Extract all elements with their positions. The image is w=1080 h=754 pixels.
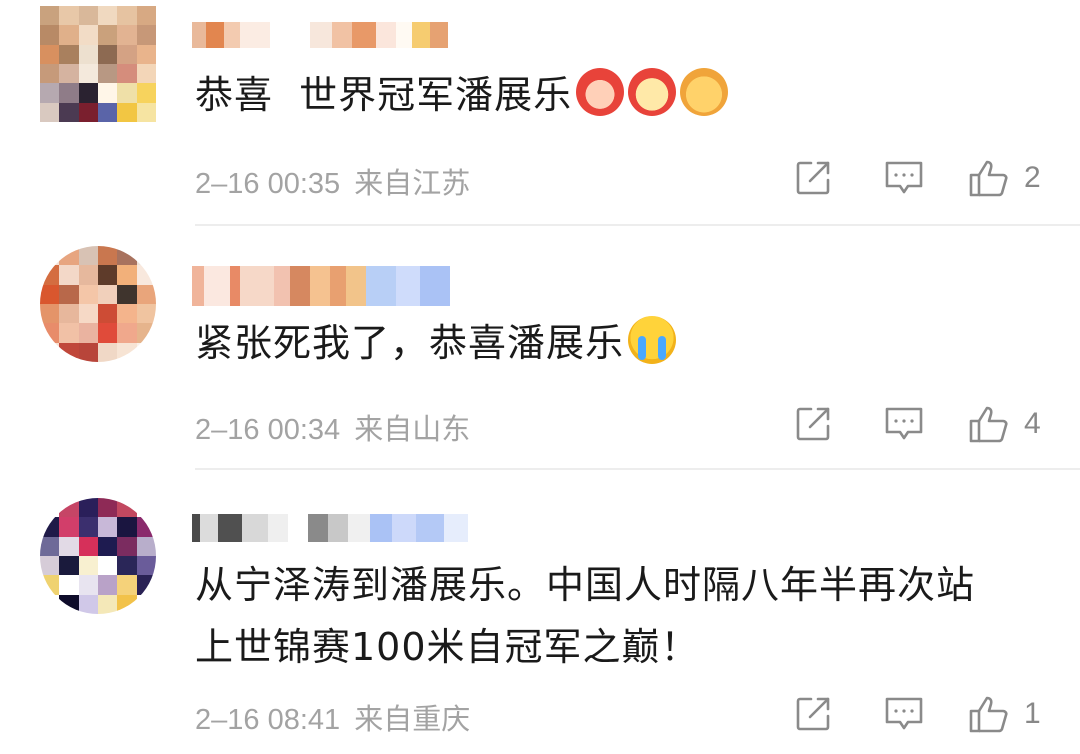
comment-location: 来自重庆 (354, 704, 471, 736)
like-count: 2 (1024, 161, 1041, 194)
share-button[interactable] (794, 159, 832, 197)
comment-actions: 1 (794, 692, 1044, 736)
comment-text-content: 恭喜 世界冠军潘展乐 (195, 73, 573, 117)
share-button[interactable] (794, 695, 832, 733)
reply-button[interactable] (884, 696, 924, 732)
avatar[interactable] (40, 498, 156, 614)
comment-item: 紧张死我了，恭喜潘展乐 2–16 00:34 来自山东 4 (0, 226, 1080, 470)
comment-icon (885, 161, 923, 194)
lion-dance-emoji-icon (628, 68, 677, 116)
like-button[interactable]: 2 (968, 158, 1044, 198)
comment-actions: 2 (794, 156, 1044, 200)
comment-actions: 4 (794, 402, 1044, 446)
comment-meta: 2–16 00:34 来自山东 (195, 406, 470, 448)
share-icon (796, 161, 830, 195)
reply-button[interactable] (884, 160, 924, 196)
like-count: 4 (1024, 407, 1041, 440)
username-blurred[interactable] (192, 514, 468, 542)
like-count: 1 (1024, 697, 1041, 730)
crying-face-emoji-icon (628, 316, 677, 364)
comment-text-line: 从宁泽涛到潘展乐。中国人时隔八年半再次站 (195, 563, 976, 607)
like-button[interactable]: 4 (968, 404, 1044, 444)
reply-button[interactable] (884, 406, 924, 442)
comment-time: 2–16 00:35 (195, 168, 341, 200)
comment-item: 从宁泽涛到潘展乐。中国人时隔八年半再次站 上世锦赛100米自冠军之巅！ 2–16… (0, 470, 1080, 754)
comment-text-content: 紧张死我了，恭喜潘展乐 (195, 321, 625, 365)
comment-text-line: 上世锦赛100米自冠军之巅！ (195, 625, 700, 669)
share-icon (796, 697, 830, 731)
share-button[interactable] (794, 405, 832, 443)
comment-time: 2–16 08:41 (195, 704, 341, 736)
comment-icon (885, 407, 923, 440)
comment-meta: 2–16 00:35 来自江苏 (195, 160, 470, 202)
username-blurred[interactable] (192, 266, 450, 306)
comment-time: 2–16 00:34 (195, 414, 341, 446)
comment-location: 来自山东 (354, 414, 471, 446)
thumbs-up-icon (969, 406, 1008, 443)
dragon-emoji-icon (680, 68, 729, 116)
comment-icon (885, 697, 923, 730)
username-blurred[interactable] (192, 22, 448, 48)
avatar[interactable] (40, 246, 156, 362)
comment-location: 来自江苏 (354, 168, 471, 200)
thumbs-up-icon (969, 696, 1008, 733)
comment-text: 恭喜 世界冠军潘展乐 (195, 64, 1040, 126)
dragon-fu-emoji-icon (576, 68, 625, 116)
share-icon (796, 407, 830, 441)
comment-text: 紧张死我了，恭喜潘展乐 (195, 312, 1040, 374)
thumbs-up-icon (969, 160, 1008, 197)
comment-text: 从宁泽涛到潘展乐。中国人时隔八年半再次站 上世锦赛100米自冠军之巅！ (195, 554, 1040, 678)
comment-meta: 2–16 08:41 来自重庆 (195, 696, 470, 738)
like-button[interactable]: 1 (968, 694, 1044, 734)
avatar[interactable] (40, 6, 156, 122)
comment-item: 恭喜 世界冠军潘展乐 2–16 00:35 来自江苏 2 (0, 0, 1080, 226)
